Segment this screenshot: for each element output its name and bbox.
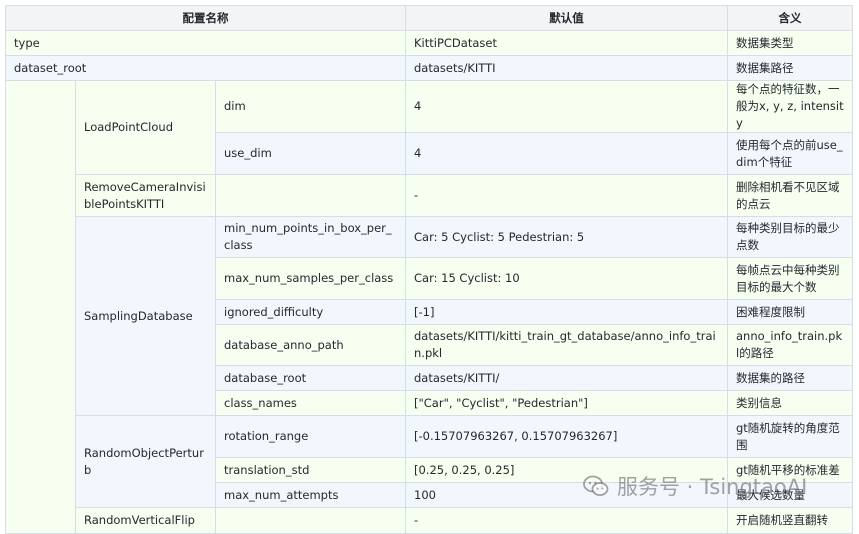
cell-meaning: 使用每个点的前use_dim个特征 [727,132,853,175]
table-row: RandomObjectPerturb rotation_range [-0.1… [5,415,853,508]
cell-name: dataset_root [5,55,406,81]
table-row: RemoveCameraInvisiblePointsKITTI - 删除相机看… [5,174,853,217]
cell-param-name: database_anno_path [215,324,406,366]
cell-param-name: translation_std [215,457,406,483]
cell-meaning: 数据集的路径 [727,365,853,391]
cell-default: 100 [405,482,728,508]
cell-default: KittiPCDataset [405,30,728,56]
table-header-row: 配置名称 默认值 含义 [5,5,853,31]
cell-meaning: anno_info_train.pkl的路径 [727,324,853,366]
cell-default: datasets/KITTI/kitti_train_gt_database/a… [405,324,728,366]
cell-meaning: 最大候选数量 [727,482,853,508]
cell-param-name: database_root [215,365,406,391]
cell-meaning: 每种类别目标的最少点数 [727,216,853,258]
cell-default: - [405,174,728,217]
pipeline-group-cell [5,80,76,534]
cell-name: type [5,30,406,56]
cell-default: datasets/KITTI [405,55,728,81]
table-row: SamplingDatabase min_num_points_in_box_p… [5,216,853,416]
table-row: RandomVerticalFlip - 开启随机竖直翻转 [5,507,853,534]
cell-default: Car: 5 Cyclist: 5 Pedestrian: 5 [405,216,728,258]
cell-default: datasets/KITTI/ [405,365,728,391]
cell-param-name: min_num_points_in_box_per_class [215,216,406,258]
cell-param-name: use_dim [215,132,406,175]
cell-transform-name: SamplingDatabase [75,216,216,416]
cell-transform-name: RandomObjectPerturb [75,415,216,508]
cell-default: Car: 15 Cyclist: 10 [405,257,728,300]
header-default-value: 默认值 [405,5,728,31]
cell-meaning: 开启随机竖直翻转 [727,507,853,534]
cell-default: - [405,507,728,534]
cell-default: ["Car", "Cyclist", "Pedestrian"] [405,390,728,416]
cell-meaning: 困难程度限制 [727,299,853,325]
cell-param-name: max_num_attempts [215,482,406,508]
cell-default: [-0.15707963267, 0.15707963267] [405,415,728,458]
cell-transform-name: LoadPointCloud [75,80,216,175]
cell-meaning: 数据集路径 [727,55,853,81]
cell-meaning: 每个点的特征数，一般为x, y, z, intensity [727,80,853,133]
cell-meaning: 删除相机看不见区域的点云 [727,174,853,217]
cell-transform-name: RandomVerticalFlip [75,507,216,534]
cell-meaning: gt随机旋转的角度范围 [727,415,853,458]
header-meaning: 含义 [727,5,853,31]
cell-param-name: rotation_range [215,415,406,458]
table-row: type KittiPCDataset 数据集类型 [5,30,853,56]
cell-default: 4 [405,80,728,133]
cell-default: [0.25, 0.25, 0.25] [405,457,728,483]
cell-param-name: class_names [215,390,406,416]
cell-default: [-1] [405,299,728,325]
cell-transform-name: RemoveCameraInvisiblePointsKITTI [75,174,216,217]
table-row: LoadPointCloud dim 4 每个点的特征数，一般为x, y, z,… [5,80,853,534]
cell-param-name [215,174,406,217]
cell-meaning: 类别信息 [727,390,853,416]
cell-param-name [215,507,406,534]
header-config-name: 配置名称 [5,5,406,31]
cell-default: 4 [405,132,728,175]
cell-param-name: ignored_difficulty [215,299,406,325]
cell-param-name: max_num_samples_per_class [215,257,406,300]
cell-meaning: gt随机平移的标准差 [727,457,853,483]
cell-param-name: dim [215,80,406,133]
table-row: dataset_root datasets/KITTI 数据集路径 [5,55,853,81]
config-table: 配置名称 默认值 含义 type KittiPCDataset 数据集类型 da… [5,5,853,534]
cell-meaning: 数据集类型 [727,30,853,56]
cell-meaning: 每帧点云中每种类别目标的最大个数 [727,257,853,300]
